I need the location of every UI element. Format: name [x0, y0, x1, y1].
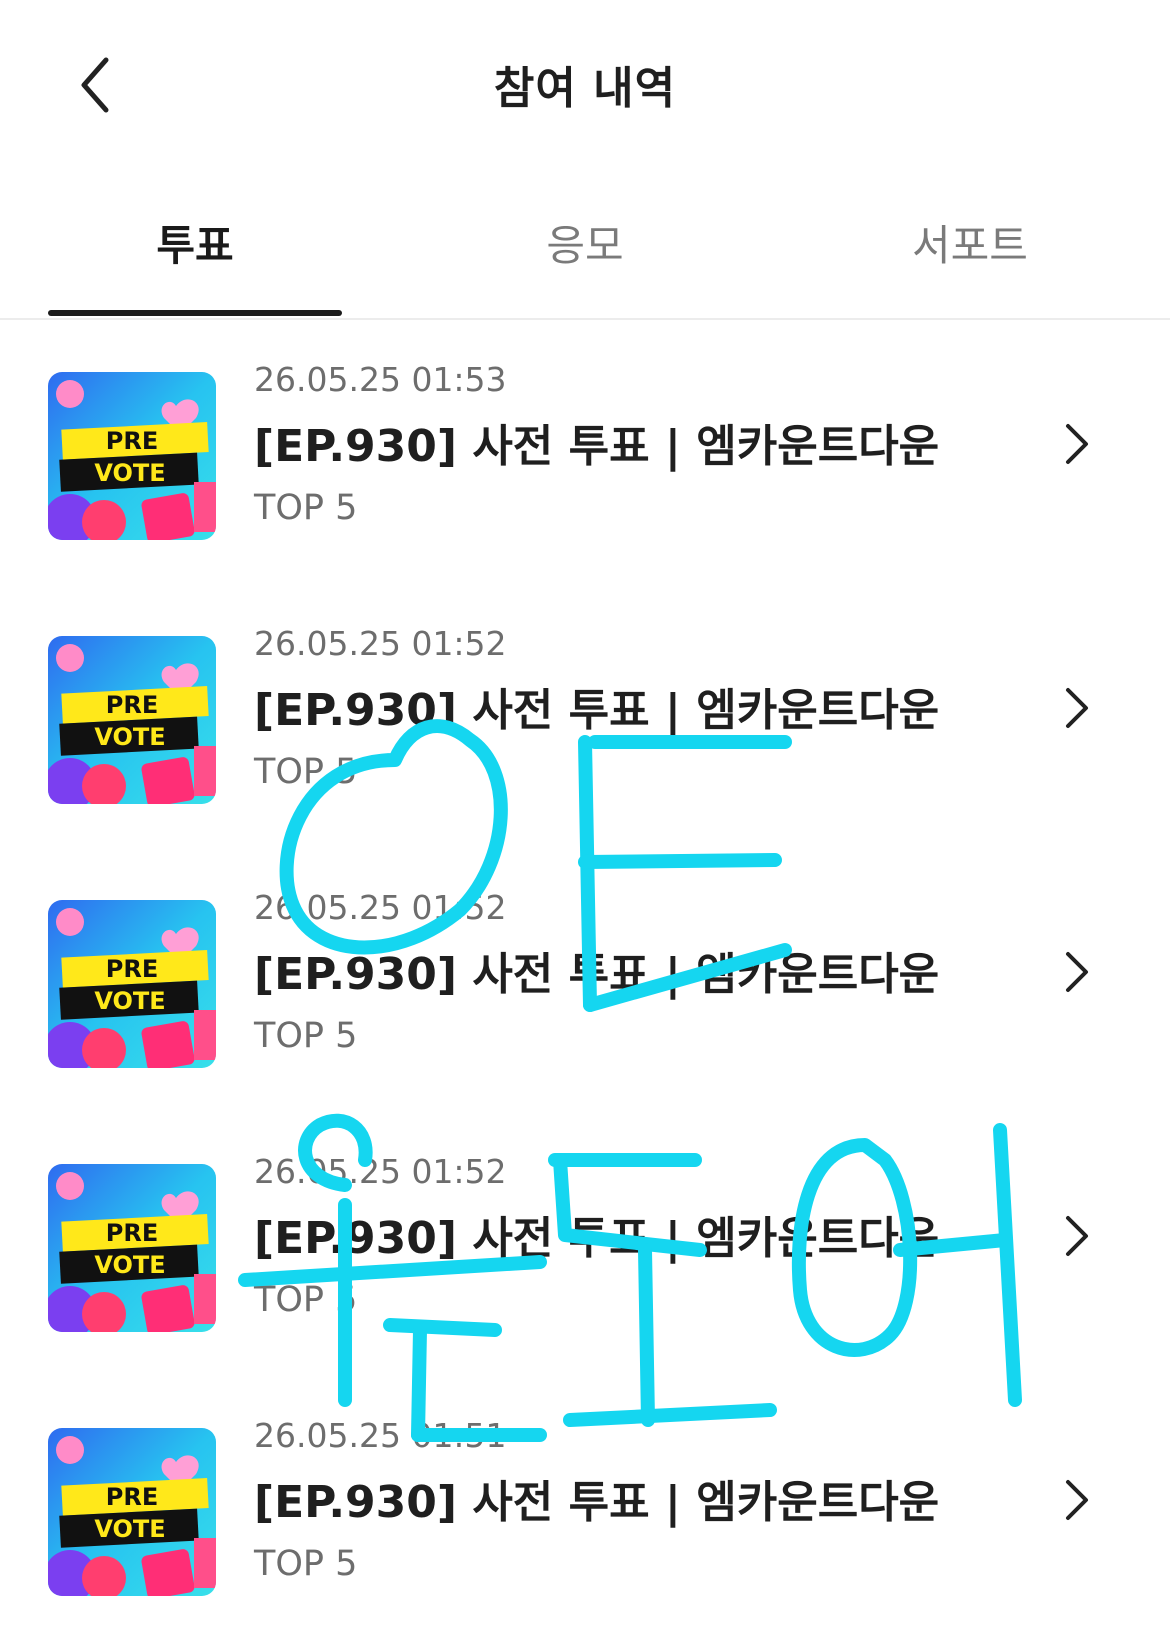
list-item[interactable]: PRE VOTE 26.05.25 01:52 [EP.930] 사전 투표 |… [0, 1152, 1170, 1372]
list-item[interactable]: PRE VOTE 26.05.25 01:51 [EP.930] 사전 투표 |… [0, 1416, 1170, 1636]
chevron-right-icon [1066, 1480, 1088, 1520]
vote-rank: TOP 5 [254, 1280, 358, 1320]
participation-date: 26.05.25 01:52 [254, 888, 507, 927]
chevron-right-icon [1066, 688, 1088, 728]
vote-title: [EP.930] 사전 투표 | 엠카운트다운 [254, 421, 940, 472]
tab-vote[interactable]: 투표 [45, 212, 345, 273]
page-title: 참여 내역 [493, 63, 677, 114]
thumbnail-line2: VOTE [94, 459, 165, 487]
vote-rank: TOP 5 [254, 1544, 358, 1584]
participation-date: 26.05.25 01:51 [254, 1416, 507, 1455]
vote-title: [EP.930] 사전 투표 | 엠카운트다운 [254, 949, 940, 1000]
vote-title: [EP.930] 사전 투표 | 엠카운트다운 [254, 685, 940, 736]
active-tab-indicator [48, 310, 342, 316]
thumbnail-line2: VOTE [94, 987, 165, 1015]
vote-title: [EP.930] 사전 투표 | 엠카운트다운 [254, 1477, 940, 1528]
vote-rank: TOP 5 [254, 752, 358, 792]
tabs-divider [0, 318, 1170, 320]
thumbnail-line2: VOTE [94, 1251, 165, 1279]
header: 참여 내역 [0, 0, 1170, 170]
prevote-thumbnail: PRE VOTE [48, 636, 216, 804]
participation-date: 26.05.25 01:53 [254, 360, 507, 399]
list-item[interactable]: PRE VOTE 26.05.25 01:52 [EP.930] 사전 투표 |… [0, 624, 1170, 844]
thumbnail-line1: PRE [106, 691, 158, 719]
tab-entry[interactable]: 응모 [435, 212, 735, 273]
tab-bar: 투표 응모 서포트 [0, 190, 1170, 320]
chevron-right-icon [1066, 424, 1088, 464]
participation-date: 26.05.25 01:52 [254, 1152, 507, 1191]
prevote-thumbnail: PRE VOTE [48, 372, 216, 540]
vote-rank: TOP 5 [254, 488, 358, 528]
tab-support[interactable]: 서포트 [820, 212, 1120, 273]
prevote-thumbnail: PRE VOTE [48, 1428, 216, 1596]
thumbnail-line1: PRE [106, 1219, 158, 1247]
thumbnail-line1: PRE [106, 427, 158, 455]
chevron-right-icon [1066, 1216, 1088, 1256]
list-item[interactable]: PRE VOTE 26.05.25 01:53 [EP.930] 사전 투표 |… [0, 360, 1170, 580]
prevote-thumbnail: PRE VOTE [48, 900, 216, 1068]
chevron-right-icon [1066, 952, 1088, 992]
thumbnail-line1: PRE [106, 955, 158, 983]
thumbnail-line2: VOTE [94, 723, 165, 751]
thumbnail-line2: VOTE [94, 1515, 165, 1543]
thumbnail-line1: PRE [106, 1483, 158, 1511]
list-item[interactable]: PRE VOTE 26.05.25 01:52 [EP.930] 사전 투표 |… [0, 888, 1170, 1108]
vote-title: [EP.930] 사전 투표 | 엠카운트다운 [254, 1213, 940, 1264]
participation-date: 26.05.25 01:52 [254, 624, 507, 663]
prevote-thumbnail: PRE VOTE [48, 1164, 216, 1332]
vote-rank: TOP 5 [254, 1016, 358, 1056]
